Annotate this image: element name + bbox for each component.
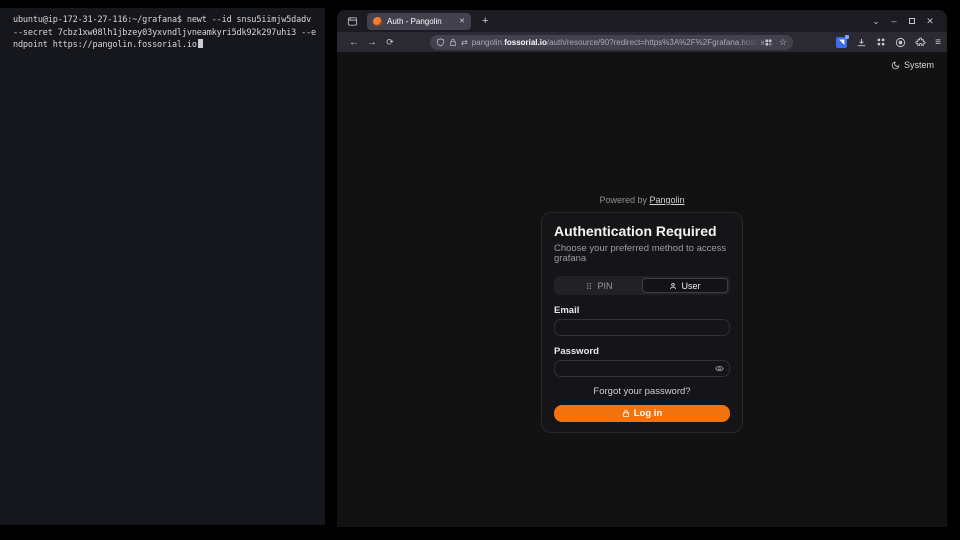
tracking-protection-shield-icon[interactable] [436, 38, 445, 47]
forward-button[interactable]: → [363, 37, 381, 48]
window-close-button[interactable]: ✕ [921, 16, 939, 27]
url-fade [739, 35, 761, 50]
powered-by-text: Powered by [599, 195, 647, 205]
auth-method-tabs: PIN User [554, 276, 730, 295]
url-subdomain: pangolin. [472, 38, 504, 47]
connection-lock-icon[interactable] [449, 38, 457, 47]
extensions-puzzle-icon[interactable] [915, 37, 926, 48]
login-button-label: Log in [634, 408, 663, 419]
tab-bar: Auth - Pangolin ✕ + ⌄ – ✕ [337, 10, 947, 32]
theme-toggle-button[interactable]: System [891, 60, 934, 70]
pin-keypad-icon [585, 282, 593, 290]
browser-tab[interactable]: Auth - Pangolin ✕ [367, 13, 471, 30]
terminal-text: ndpoint https://pangolin.fossorial.io [13, 40, 197, 50]
reload-button[interactable]: ⟳ [381, 37, 399, 48]
menu-hamburger-icon[interactable]: ≡ [935, 37, 941, 48]
pangolin-brand-link[interactable]: Pangolin [650, 195, 685, 205]
card-subtitle: Choose your preferred method to access g… [554, 244, 730, 264]
email-input[interactable] [554, 319, 730, 336]
list-all-tabs-button[interactable]: ⌄ [867, 16, 885, 27]
page-content: System Powered by Pangolin Authenticatio… [337, 52, 947, 527]
terminal-line: ubuntu@ip-172-31-27-116:~/grafana$ newt … [13, 14, 321, 27]
tab-pin-label: PIN [597, 281, 612, 291]
terminal-line: ndpoint https://pangolin.fossorial.io [13, 39, 321, 52]
desktop: ubuntu@ip-172-31-27-116:~/grafana$ newt … [0, 0, 960, 540]
auth-card: Authentication Required Choose your pref… [541, 212, 743, 433]
downloads-icon[interactable] [856, 37, 867, 48]
url-text: pangolin.fossorial.io/auth/resource/90?r… [472, 38, 764, 47]
all-apps-grid-icon[interactable] [876, 37, 886, 47]
terminal-window[interactable]: ubuntu@ip-172-31-27-116:~/grafana$ newt … [0, 8, 325, 525]
address-bar[interactable]: ⇄ pangolin.fossorial.io/auth/resource/90… [430, 35, 793, 50]
toolbar-right-icons: ◥ ≡ [836, 32, 941, 52]
powered-by: Powered by Pangolin [599, 195, 684, 205]
pangolin-favicon-icon [373, 17, 382, 26]
extension-badge [845, 35, 849, 39]
tab-title: Auth - Pangolin [387, 17, 455, 26]
bookmark-star-icon[interactable]: ☆ [779, 37, 787, 48]
email-label: Email [554, 306, 730, 315]
password-input[interactable] [554, 360, 730, 377]
tab-user[interactable]: User [642, 278, 728, 293]
permissions-exchange-icon[interactable]: ⇄ [461, 38, 468, 47]
maximize-button[interactable] [903, 16, 921, 26]
new-tab-button[interactable]: + [477, 15, 493, 27]
navigation-toolbar: ← → ⟳ ⇄ pangolin.fossorial.io/auth/resou… [337, 32, 947, 52]
page-action-grid-icon[interactable] [764, 38, 773, 47]
card-title: Authentication Required [554, 224, 730, 239]
tab-pin[interactable]: PIN [556, 278, 642, 293]
password-field-wrap [554, 356, 730, 377]
tab-user-label: User [681, 281, 700, 291]
maximize-icon [909, 18, 915, 24]
browser-window: Auth - Pangolin ✕ + ⌄ – ✕ ← → ⟳ ⇄ [337, 10, 947, 527]
minimize-button[interactable]: – [885, 16, 903, 26]
record-circle-icon[interactable] [895, 37, 906, 48]
auth-wrapper: Powered by Pangolin Authentication Requi… [337, 52, 947, 433]
moon-icon [891, 61, 900, 70]
password-label: Password [554, 347, 730, 356]
url-domain: fossorial.io [504, 38, 547, 47]
terminal-line: --secret 7cbz1xw08lh1jbzey03yxvndljvneam… [13, 27, 321, 40]
login-button[interactable]: Log in [554, 405, 730, 422]
theme-toggle-label: System [904, 60, 934, 70]
extension-icon[interactable]: ◥ [836, 37, 847, 48]
login-lock-icon [622, 409, 630, 418]
forgot-password-link[interactable]: Forgot your password? [554, 387, 730, 396]
url-path: /auth/resource/90?redirect=https%3A%2F%2… [547, 38, 764, 47]
toggle-password-visibility-eye-icon[interactable] [715, 364, 724, 373]
terminal-cursor [198, 39, 203, 48]
user-icon [669, 282, 677, 290]
back-button[interactable]: ← [345, 37, 363, 48]
tab-close-button[interactable]: ✕ [459, 17, 465, 25]
firefox-view-icon[interactable] [345, 14, 359, 28]
